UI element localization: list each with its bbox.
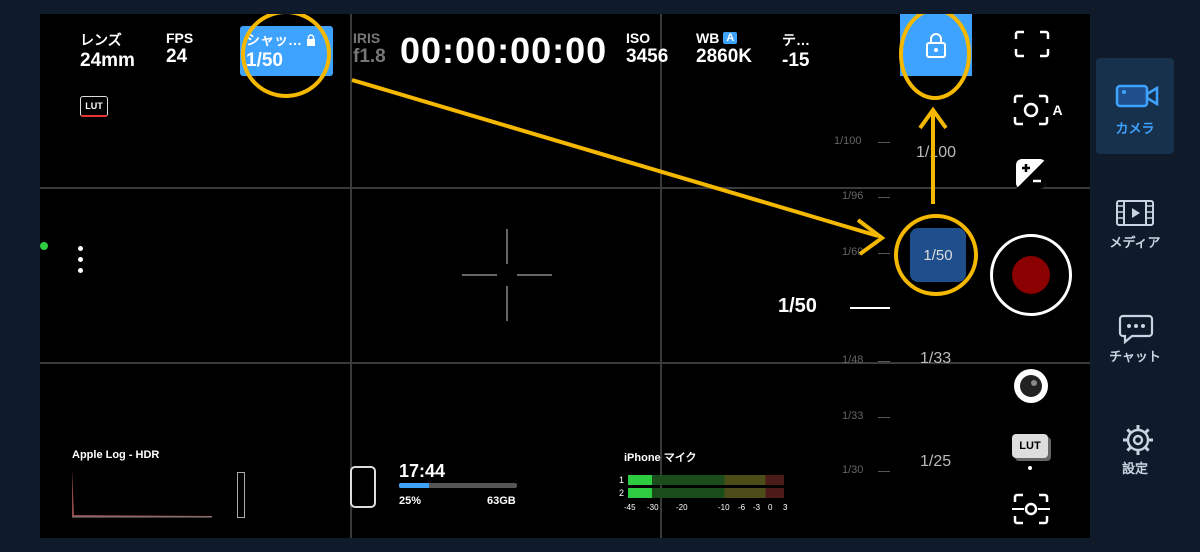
lut-button-label: LUT [1019, 440, 1041, 452]
lens-switch-icon[interactable] [1014, 369, 1048, 403]
more-options-icon[interactable] [78, 246, 84, 274]
record-button[interactable] [990, 234, 1072, 316]
lut-button[interactable]: LUT [1012, 434, 1048, 458]
sidebar: カメラ メディア チャット 設定 [1090, 0, 1200, 552]
record-dot [1012, 256, 1050, 294]
indicator-dot [1028, 466, 1032, 470]
sidebar-item-media[interactable]: メディア [1096, 190, 1174, 260]
camera-viewport[interactable]: レンズ 24mm FPS 24 シャッ… 1/50 IRIS f1.8 00:0… [40, 14, 1090, 538]
sidebar-item-label: 設定 [1121, 461, 1148, 476]
gear-icon [1123, 425, 1153, 455]
chat-icon [1118, 314, 1154, 344]
exposure-icon[interactable] [1014, 157, 1048, 191]
film-icon [1116, 200, 1154, 226]
annotation-overlay [241, 14, 978, 296]
sidebar-item-camera[interactable]: カメラ [1096, 58, 1174, 154]
sidebar-item-label: チャット [1109, 349, 1161, 364]
sidebar-item-label: カメラ [1115, 121, 1155, 136]
camera-settings-icon[interactable] [1010, 492, 1052, 526]
sidebar-item-settings[interactable]: 設定 [1096, 420, 1174, 490]
af-mode-label: A [1052, 102, 1063, 118]
status-dot [40, 242, 48, 250]
sidebar-item-chat[interactable]: チャット [1096, 306, 1174, 376]
sidebar-item-label: メディア [1109, 235, 1161, 250]
camera-icon [1115, 84, 1159, 108]
frame-guide-icon[interactable] [1012, 28, 1052, 60]
auto-focus-icon[interactable]: A [1012, 92, 1064, 128]
